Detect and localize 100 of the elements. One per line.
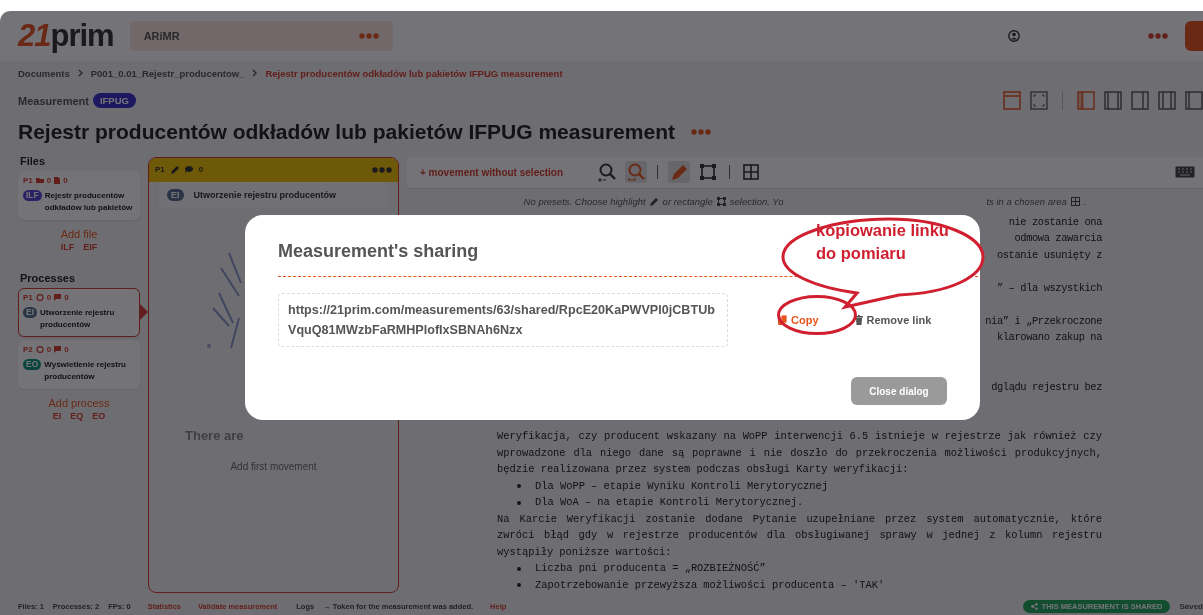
selection-icon	[698, 162, 718, 183]
dialog-title: Measurement's sharing	[278, 241, 479, 262]
add-movement-link[interactable]: + movement without selection	[420, 166, 588, 178]
method-tag: IFPUG	[92, 93, 136, 109]
measurement-label: Measurement	[18, 94, 89, 107]
text-line: nie zostanie ona	[1008, 214, 1102, 230]
document-icon	[54, 176, 61, 184]
hint-text: or rectangle	[662, 195, 713, 207]
type-link[interactable]: EO	[92, 410, 106, 421]
logo[interactable]: 21prim	[18, 17, 114, 54]
remove-link-button[interactable]: Remove link	[854, 314, 932, 326]
process-card[interactable]: P1 0 0 EI Utworzenie rejestru producentów	[18, 287, 140, 337]
selection-icon	[716, 196, 726, 206]
column-layout-icon[interactable]	[1104, 91, 1122, 111]
share-link-field[interactable]: https://21prim.com/measurements/63/shared/RpcE20KaPWVPl0jCBTUbVquQ81MWzbFaRMHPlofIxSBNAh6Nzx	[278, 293, 728, 347]
item-number: P2	[23, 344, 33, 354]
share-icon	[1030, 602, 1038, 610]
bullet-icon	[517, 500, 521, 505]
paragraph: Weryfikacja, czy producent wskazany na WoPP interwencji 6.5 istnieje w rejestrze jak również czy wprowadzone dla niego dane są poprawne i nie doszło do przekroczenia możliwości produkcyjnych, będzie realizowana przez system podczas obsługi Karty weryfikacji:	[497, 429, 1102, 478]
add-link[interactable]: Add file	[18, 227, 140, 240]
add-link[interactable]: Add first movement	[230, 460, 317, 472]
fullscreen-icon[interactable]	[1030, 91, 1048, 111]
movement-name[interactable]: Utworzenie rejestru producentów	[193, 189, 337, 200]
item-name: Utworzenie rejestru producentów	[40, 306, 116, 331]
paragraph: Na Karcie Weryfikacji zostanie dodane Pytanie uzupełniane przez system automatycznie, które zwróci błąd gdy w rejestrze producentów dla obsługiwanej sprawy w jednej z kolumn rejestru wystąpiły poniższe wartości:	[497, 511, 1102, 560]
close-dialog-button[interactable]: Close dialog	[851, 377, 947, 405]
count-label: 0	[63, 175, 68, 185]
zoom-tool[interactable]	[625, 161, 647, 184]
help-button[interactable]	[1185, 20, 1203, 51]
text-line: ostanie usunięty z	[996, 247, 1102, 263]
zoom-icon	[597, 162, 617, 183]
column-layout-icon[interactable]	[1131, 91, 1149, 111]
list-item: Liczba pni producenta = „ROZBIEŻNOŚĆ”	[535, 560, 766, 577]
movement-icon	[35, 345, 44, 353]
highlighter-icon	[669, 162, 689, 183]
comment-icon	[54, 345, 62, 353]
breadcrumb-link[interactable]: Documents	[18, 67, 70, 79]
zoom-icon	[626, 162, 646, 183]
item-number: P1	[23, 292, 33, 302]
column-layout-icon[interactable]	[1158, 91, 1176, 111]
column-layout-icon[interactable]	[1185, 91, 1203, 111]
grid-icon	[741, 162, 761, 183]
folder-icon	[35, 177, 44, 184]
hint-text: No presets. Choose highlight	[523, 195, 646, 207]
window-icon[interactable]	[1003, 91, 1021, 111]
list-item: Dla WoA – na etapie Kontroli Merytorycznej.	[535, 495, 804, 511]
text-line: odmowa zawarcia	[1014, 231, 1102, 247]
comment-icon	[54, 293, 62, 301]
item-number: P1	[155, 165, 165, 175]
zoom-tool[interactable]	[596, 161, 618, 184]
count-label: 0	[198, 165, 204, 175]
highlighter-icon	[649, 196, 659, 206]
text-line: dglądu rejestru bez	[991, 379, 1102, 395]
type-tag: ILF	[23, 189, 42, 201]
user-icon[interactable]	[1008, 29, 1020, 42]
item-name: Wyświetlenie rejestru producentów	[44, 358, 127, 383]
more-icon[interactable]	[690, 128, 711, 135]
text-line: klarowano zakup na	[996, 330, 1102, 346]
count-label: 0	[64, 292, 69, 302]
text-line: ” – dla wszystkich	[996, 280, 1102, 296]
type-link[interactable]: ILF	[60, 241, 75, 252]
hint-text: selection. Yo	[729, 195, 784, 207]
hint-text: ts in a chosen area	[986, 195, 1067, 207]
type-tag: EI	[167, 188, 184, 201]
item-name: Rejestr producentów odkładów lub pakietów	[44, 189, 134, 214]
more-icon[interactable]	[372, 166, 392, 173]
page-title: Rejestr producentów odkładów lub pakietów IFPUG measurement	[18, 119, 675, 144]
count-label: 0	[46, 175, 52, 185]
organization-selector[interactable]: ARiMR	[129, 20, 393, 51]
more-icon[interactable]	[1148, 32, 1168, 39]
bullet-icon	[517, 566, 521, 571]
hint-text: .	[1083, 195, 1087, 207]
type-link[interactable]: EQ	[70, 410, 84, 421]
copy-icon	[778, 315, 787, 325]
item-number: P1	[23, 175, 33, 185]
comment-icon	[184, 166, 193, 174]
callout-text: kopiowanie linku do pomiaru	[816, 220, 950, 264]
movement-icon	[35, 293, 44, 301]
list-item: Zapotrzebowanie przewyższa możliwości producenta – 'TAK'	[535, 577, 885, 593]
process-card[interactable]: P2 0 0 EO Wyświetlenie rejestru producentów	[18, 339, 140, 389]
chevron-icon	[77, 69, 83, 78]
breadcrumb-link[interactable]: P001_0.01_Rejestr_producentow_	[90, 67, 245, 79]
count-label: 0	[46, 292, 52, 302]
trash-icon	[854, 315, 863, 325]
type-link[interactable]: EIF	[83, 241, 98, 252]
count-label: 0	[64, 344, 69, 354]
more-icon[interactable]	[358, 32, 379, 39]
type-tag: EO	[23, 358, 42, 370]
keyboard-icon[interactable]	[1175, 166, 1195, 179]
grid-icon	[1070, 196, 1080, 206]
file-card[interactable]: P1 0 0 ILF Rejestr producentów odkładów lub pakietów	[18, 170, 140, 220]
copy-button[interactable]: Copy	[778, 314, 819, 326]
pencil-icon[interactable]	[170, 165, 179, 174]
highlighter-tool[interactable]	[668, 161, 690, 184]
add-link[interactable]: Add process	[18, 396, 140, 409]
bullet-icon	[517, 583, 521, 588]
type-link[interactable]: EI	[52, 410, 62, 421]
type-tag: EI	[23, 306, 38, 318]
chevron-icon	[252, 69, 258, 78]
column-layout-icon[interactable]	[1077, 91, 1095, 111]
